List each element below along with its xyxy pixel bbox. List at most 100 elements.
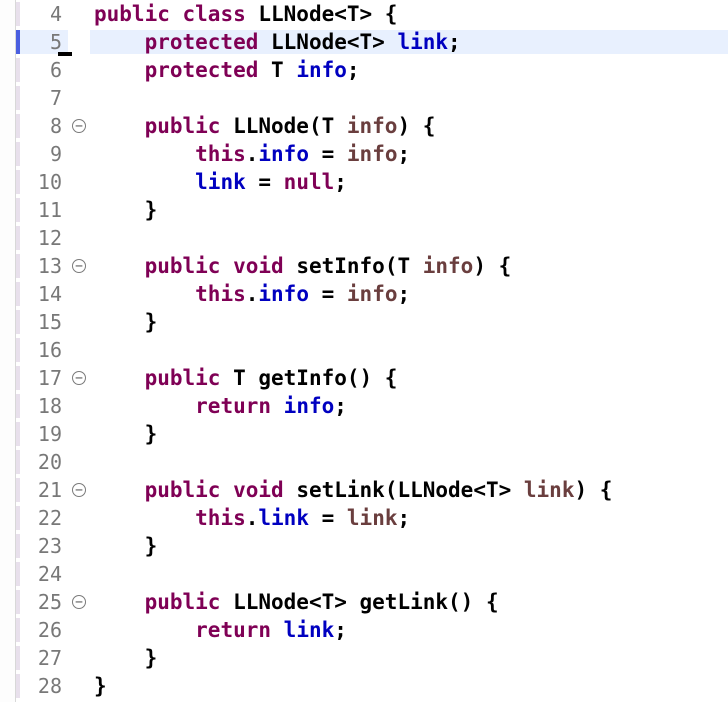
code-content[interactable]: this.link = link; <box>90 506 728 530</box>
code-line[interactable]: 24 <box>16 560 728 588</box>
line-number[interactable]: 18 <box>16 394 68 418</box>
code-content[interactable]: } <box>90 422 728 446</box>
line-number[interactable]: 12 <box>16 226 68 250</box>
line-number[interactable]: 4 <box>16 2 68 26</box>
line-number[interactable]: 24 <box>16 562 68 586</box>
code-content[interactable]: link = null; <box>90 170 728 194</box>
line-number[interactable]: 20 <box>16 450 68 474</box>
code-line[interactable]: 19 } <box>16 420 728 448</box>
code-line[interactable]: 5 protected LLNode<T> link; <box>16 28 728 56</box>
token-plain: ) { <box>574 478 612 502</box>
code-content[interactable]: } <box>90 310 728 334</box>
token-kw: class <box>183 2 246 26</box>
code-line[interactable]: 23 } <box>16 532 728 560</box>
code-content[interactable]: public class LLNode<T> { <box>90 2 728 26</box>
code-content[interactable]: } <box>90 646 728 670</box>
code-line[interactable]: 17− public T getInfo() { <box>16 364 728 392</box>
line-number[interactable]: 7 <box>16 86 68 110</box>
code-content[interactable]: } <box>90 198 728 222</box>
code-line[interactable]: 7 <box>16 84 728 112</box>
code-content[interactable]: return info; <box>90 394 728 418</box>
token-kw: public <box>145 254 221 278</box>
code-content[interactable]: return link; <box>90 618 728 642</box>
code-line[interactable]: 15 } <box>16 308 728 336</box>
token-kw: this <box>195 142 246 166</box>
line-number[interactable]: 28 <box>16 674 68 698</box>
code-line[interactable]: 10 link = null; <box>16 168 728 196</box>
code-line[interactable]: 20 <box>16 448 728 476</box>
token-param: info <box>423 254 474 278</box>
code-content[interactable]: public void setLink(LLNode<T> link) { <box>90 478 728 502</box>
token-field: link <box>195 170 246 194</box>
code-content[interactable]: public void setInfo(T info) { <box>90 254 728 278</box>
line-number[interactable]: 21 <box>16 478 68 502</box>
line-number[interactable]: 17 <box>16 366 68 390</box>
token-field: link <box>284 618 335 642</box>
code-content[interactable]: this.info = info; <box>90 142 728 166</box>
token-param: link <box>347 506 398 530</box>
token-plain <box>94 282 195 306</box>
code-line[interactable]: 8− public LLNode(T info) { <box>16 112 728 140</box>
line-number[interactable]: 27 <box>16 646 68 670</box>
token-plain: LLNode<T> getLink() { <box>220 590 498 614</box>
collapse-icon[interactable]: − <box>72 119 86 133</box>
code-content[interactable]: protected T info; <box>90 58 728 82</box>
code-line[interactable]: 16 <box>16 336 728 364</box>
line-number[interactable]: 26 <box>16 618 68 642</box>
code-line[interactable]: 27 } <box>16 644 728 672</box>
line-number[interactable]: 10 <box>16 170 68 194</box>
code-line[interactable]: 9 this.info = info; <box>16 140 728 168</box>
code-line[interactable]: 11 } <box>16 196 728 224</box>
line-number[interactable]: 16 <box>16 338 68 362</box>
code-content[interactable]: public LLNode(T info) { <box>90 114 728 138</box>
line-number[interactable]: 19 <box>16 422 68 446</box>
code-content[interactable]: } <box>90 674 728 698</box>
code-content[interactable]: protected LLNode<T> link; <box>90 30 728 54</box>
code-line[interactable]: 12 <box>16 224 728 252</box>
fold-column[interactable]: − <box>68 483 90 497</box>
code-content[interactable]: public LLNode<T> getLink() { <box>90 590 728 614</box>
line-number[interactable]: 9 <box>16 142 68 166</box>
token-plain <box>271 394 284 418</box>
token-kw: public <box>94 2 170 26</box>
line-number[interactable]: 8 <box>16 114 68 138</box>
line-number[interactable]: 5 <box>16 30 68 54</box>
code-line[interactable]: 13− public void setInfo(T info) { <box>16 252 728 280</box>
line-number[interactable]: 22 <box>16 506 68 530</box>
code-line[interactable]: 25− public LLNode<T> getLink() { <box>16 588 728 616</box>
line-number[interactable]: 13 <box>16 254 68 278</box>
fold-column[interactable]: − <box>68 119 90 133</box>
line-number[interactable]: 14 <box>16 282 68 306</box>
collapse-icon[interactable]: − <box>72 595 86 609</box>
token-param: info <box>347 114 398 138</box>
fold-column[interactable]: − <box>68 371 90 385</box>
code-content[interactable]: this.info = info; <box>90 282 728 306</box>
line-number[interactable]: 6 <box>16 58 68 82</box>
code-line[interactable]: 22 this.link = link; <box>16 504 728 532</box>
breakpoint-margin[interactable] <box>0 0 16 702</box>
collapse-icon[interactable]: − <box>72 371 86 385</box>
fold-column[interactable]: − <box>68 259 90 273</box>
code-line[interactable]: 14 this.info = info; <box>16 280 728 308</box>
line-number[interactable]: 25 <box>16 590 68 614</box>
code-line[interactable]: 21− public void setLink(LLNode<T> link) … <box>16 476 728 504</box>
code-line[interactable]: 26 return link; <box>16 616 728 644</box>
fold-column[interactable]: − <box>68 595 90 609</box>
code-content[interactable]: } <box>90 534 728 558</box>
token-plain: } <box>94 646 157 670</box>
line-number[interactable]: 11 <box>16 198 68 222</box>
line-number[interactable]: 23 <box>16 534 68 558</box>
token-plain <box>271 618 284 642</box>
collapse-icon[interactable]: − <box>72 483 86 497</box>
token-plain <box>94 618 195 642</box>
token-kw: protected <box>145 30 259 54</box>
code-line[interactable]: 28} <box>16 672 728 700</box>
token-kw: public <box>145 478 221 502</box>
code-content[interactable]: public T getInfo() { <box>90 366 728 390</box>
code-line[interactable]: 4 public class LLNode<T> { <box>16 0 728 28</box>
line-number[interactable]: 15 <box>16 310 68 334</box>
code-line[interactable]: 6 protected T info; <box>16 56 728 84</box>
collapse-icon[interactable]: − <box>72 259 86 273</box>
token-plain: . <box>246 282 259 306</box>
code-line[interactable]: 18 return info; <box>16 392 728 420</box>
